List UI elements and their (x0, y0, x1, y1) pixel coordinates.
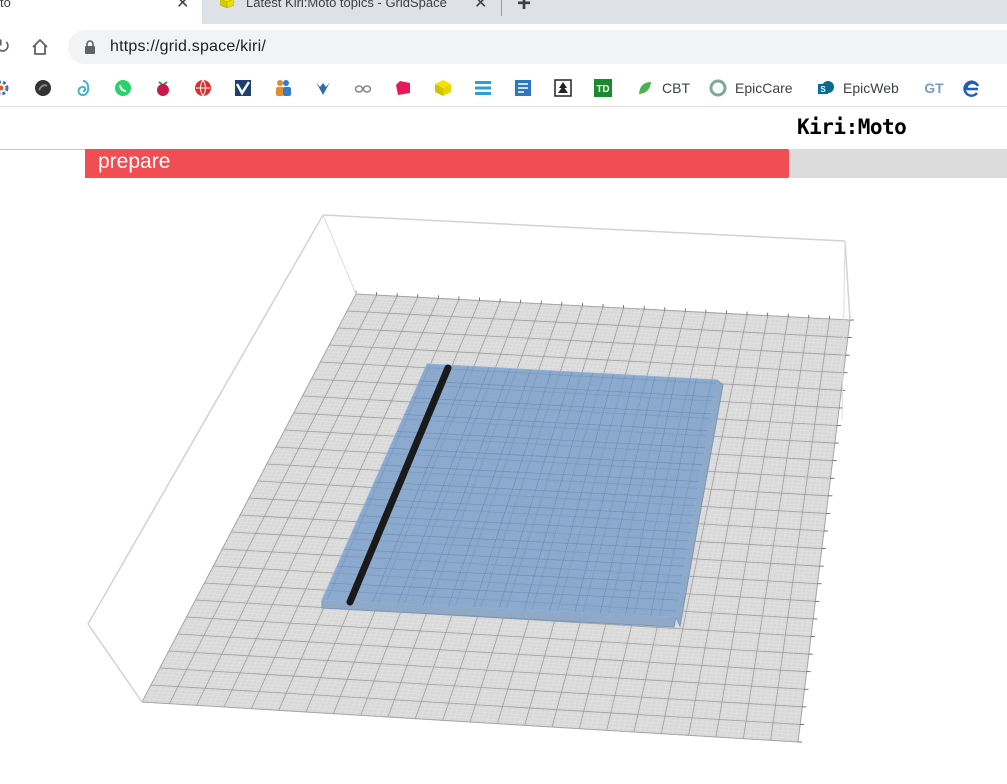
bookmark-11[interactable] (394, 78, 412, 98)
birds-icon (316, 82, 330, 95)
tab-title: Latest Kiri:Moto topics - GridSpace (246, 0, 447, 10)
reload-icon[interactable]: ↻ (0, 34, 11, 59)
bookmark-label: EpicCare (735, 80, 793, 96)
build-volume-edge (844, 240, 851, 321)
bookmark-8[interactable] (274, 78, 292, 98)
globe-icon (195, 79, 211, 97)
tab-active[interactable]: to ✕ (0, 0, 202, 24)
layers-icon (475, 81, 491, 95)
bookmark-9[interactable] (314, 78, 332, 98)
close-tab-icon[interactable]: ✕ (474, 0, 487, 14)
dark-circle-icon (35, 80, 51, 96)
bookmark-5[interactable] (154, 78, 172, 98)
bookmark-label: CBT (662, 80, 690, 96)
pink-shape-icon (396, 81, 410, 95)
grid-space-favicon-icon (220, 0, 234, 8)
bookmark-10[interactable] (354, 78, 372, 98)
raspberry-pi-icon (157, 81, 169, 96)
svg-text:TD: TD (596, 84, 609, 95)
bookmark-16[interactable]: TD (594, 78, 612, 98)
close-tab-icon[interactable]: ✕ (176, 0, 189, 14)
bookmark-label: EpicWeb (843, 80, 899, 96)
build-volume-edge (322, 214, 357, 295)
bookmark-6[interactable] (194, 78, 212, 98)
bookmark-7[interactable] (234, 78, 252, 98)
bookmark-12[interactable] (434, 78, 452, 98)
bookmark-20[interactable]: GT (923, 78, 945, 98)
build-volume-edge (322, 214, 846, 242)
new-tab-button[interactable]: + (517, 0, 531, 18)
td-bank-icon: TD (594, 79, 612, 97)
lock-icon (85, 40, 95, 54)
browser-tab-strip: to ✕ Latest Kiri:Moto topics - GridSpace… (0, 0, 1007, 24)
progress-bar: prepare (85, 149, 1007, 178)
settings-icon (0, 80, 9, 96)
bookmark-13[interactable] (474, 78, 492, 98)
svg-text:S: S (820, 85, 826, 94)
bookmark-cbt[interactable]: CBT (636, 78, 690, 98)
home-icon[interactable] (30, 37, 50, 57)
tab-title: to (0, 0, 11, 10)
bookmark-4[interactable] (114, 78, 132, 98)
app-logo: Kiri:Moto (797, 115, 907, 139)
bookmark-epiccare[interactable]: EpicCare (709, 78, 793, 98)
epic-care-icon (709, 79, 727, 97)
app-header: Kiri:Moto (0, 107, 1007, 150)
sharepoint-icon: S (818, 81, 834, 94)
browser-toolbar: ↻ https://grid.space/kiri/ (0, 24, 1007, 70)
bookmark-14[interactable] (514, 78, 532, 98)
gt-icon: GT (924, 80, 944, 96)
tree-icon (554, 79, 572, 97)
progress-label: prepare (98, 150, 171, 173)
glasses-icon (354, 85, 372, 93)
3d-viewport[interactable] (0, 178, 1007, 784)
bookmark-1[interactable] (0, 78, 10, 98)
bookmark-15[interactable] (554, 78, 572, 98)
tab-kiri-moto-topics[interactable]: Latest Kiri:Moto topics - GridSpace ✕ (204, 0, 496, 24)
leaf-icon (639, 82, 651, 94)
bookmarks-bar: TD CBT EpicCare S EpicWeb GT (0, 70, 1007, 107)
progress-fill: prepare (85, 149, 790, 178)
bookmark-epicweb[interactable]: S EpicWeb (817, 78, 899, 98)
whatsapp-icon (115, 80, 131, 96)
bookmark-3[interactable] (74, 78, 92, 98)
bookmark-21[interactable] (963, 78, 981, 98)
people-icon (276, 80, 291, 96)
document-icon (515, 80, 531, 96)
address-bar[interactable]: https://grid.space/kiri/ (68, 30, 1007, 64)
svg-text:GT: GT (924, 80, 944, 96)
check-mark-icon (235, 80, 251, 96)
tab-divider (501, 0, 502, 16)
build-volume-edge (87, 623, 143, 703)
bookmark-2[interactable] (34, 78, 52, 98)
yellow-cube-icon (435, 80, 451, 96)
swirl-icon (77, 80, 90, 97)
url-text: https://grid.space/kiri/ (110, 38, 266, 55)
edge-icon (963, 80, 980, 97)
